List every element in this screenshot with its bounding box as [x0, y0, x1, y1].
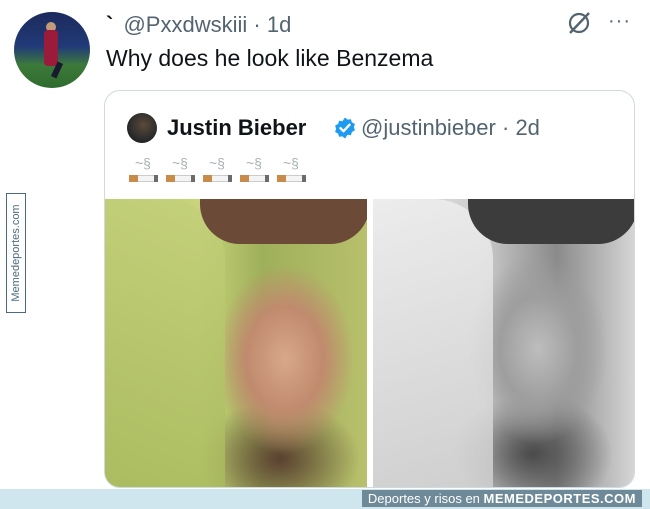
- name-prefix: `: [106, 12, 114, 37]
- quote-time[interactable]: 2d: [515, 115, 539, 140]
- photo-bw[interactable]: [373, 199, 634, 487]
- tweet-time[interactable]: 1d: [267, 12, 291, 37]
- cigarette-icon: ~§: [275, 155, 306, 185]
- hoodie: [373, 199, 493, 487]
- watermark-side-label: Memedeportes.com: [10, 204, 22, 302]
- verified-badge-icon: [335, 117, 355, 139]
- grok-icon[interactable]: [566, 10, 592, 36]
- footer-text: Deportes y risos en: [367, 491, 480, 506]
- quoted-tweet[interactable]: Justin Bieber @justinbieber · 2d ~§ ~§ ~…: [104, 90, 635, 488]
- quote-separator: ·: [501, 115, 510, 140]
- hair: [468, 199, 634, 244]
- cigarette-icon: ~§: [164, 155, 195, 185]
- footer-brand: MEMEDEPORTES.COM: [483, 491, 636, 506]
- tweet-header: ` @Pxxdwskiii · 1d: [106, 12, 291, 38]
- watermark-footer: Deportes y risos en MEMEDEPORTES.COM: [0, 489, 650, 509]
- cigarette-icon: ~§: [127, 155, 158, 185]
- quote-handle-time: @justinbieber · 2d: [361, 115, 540, 141]
- footer-label: Deportes y risos en MEMEDEPORTES.COM: [361, 490, 642, 507]
- cigarette-emoji-row: ~§ ~§ ~§ ~§ ~§: [127, 155, 306, 185]
- tweet-separator: ·: [253, 12, 261, 37]
- hair: [200, 199, 367, 244]
- tweet-handle[interactable]: @Pxxdwskiii: [123, 12, 247, 37]
- photo-color[interactable]: [105, 199, 367, 487]
- tweet-text: Why does he look like Benzema: [106, 45, 434, 71]
- quote-avatar[interactable]: [127, 113, 157, 143]
- quote-handle[interactable]: @justinbieber: [361, 115, 496, 140]
- cigarette-icon: ~§: [201, 155, 232, 185]
- avatar-figure: [44, 30, 58, 66]
- more-icon[interactable]: ···: [608, 10, 631, 33]
- quote-name[interactable]: Justin Bieber: [167, 115, 306, 141]
- hoodie: [105, 199, 225, 487]
- cigarette-icon: ~§: [238, 155, 269, 185]
- avatar[interactable]: [14, 12, 90, 88]
- watermark-side: Memedeportes.com: [6, 193, 26, 313]
